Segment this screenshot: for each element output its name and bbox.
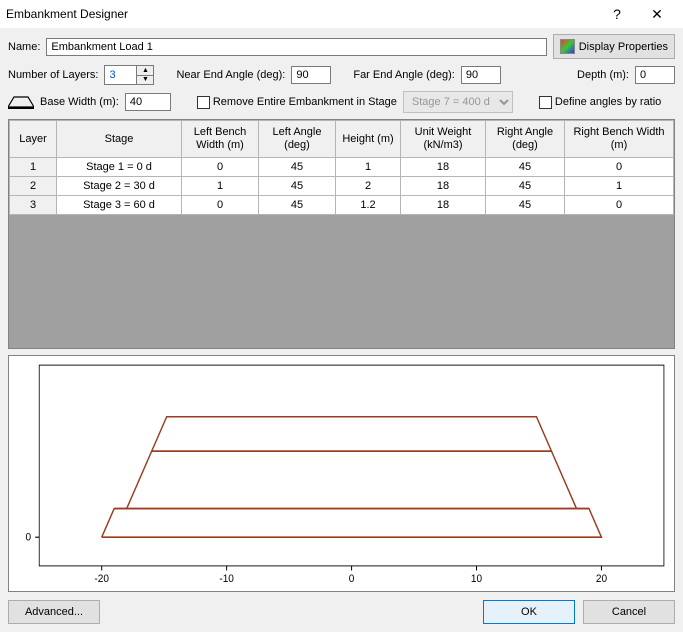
stepper-buttons[interactable]: ▲ ▼ xyxy=(136,65,154,85)
cell-uw[interactable]: 18 xyxy=(401,196,486,215)
cell-uw[interactable]: 18 xyxy=(401,177,486,196)
cell-stage[interactable]: Stage 2 = 30 d xyxy=(57,177,182,196)
col-layer: Layer xyxy=(10,121,57,158)
cell-layer: 2 xyxy=(10,177,57,196)
num-layers-label: Number of Layers: xyxy=(8,69,98,81)
cell-rbw[interactable]: 1 xyxy=(565,177,674,196)
ratio-checkbox[interactable]: Define angles by ratio xyxy=(539,96,661,109)
table-header-row: Layer Stage Left Bench Width (m) Left An… xyxy=(10,121,674,158)
num-layers-input[interactable] xyxy=(104,65,136,85)
ok-button[interactable]: OK xyxy=(483,600,575,624)
cell-ra[interactable]: 45 xyxy=(486,196,565,215)
cell-rbw[interactable]: 0 xyxy=(565,158,674,177)
cell-layer: 3 xyxy=(10,196,57,215)
cell-la[interactable]: 45 xyxy=(259,158,336,177)
remove-stage-checkbox[interactable]: Remove Entire Embankment in Stage xyxy=(197,96,397,109)
depth-input[interactable] xyxy=(635,66,675,84)
preview-chart: -20 -10 0 10 20 0 xyxy=(8,355,675,592)
depth-label: Depth (m): xyxy=(577,69,629,81)
checkbox-icon xyxy=(539,96,552,109)
base-width-label: Base Width (m): xyxy=(40,96,119,108)
base-row: Base Width (m): Remove Entire Embankment… xyxy=(8,91,675,113)
svg-text:0: 0 xyxy=(349,572,355,585)
col-stage: Stage xyxy=(57,121,182,158)
layer-row: Number of Layers: ▲ ▼ Near End Angle (de… xyxy=(8,65,675,85)
checkbox-icon xyxy=(197,96,210,109)
display-properties-label: Display Properties xyxy=(579,41,668,53)
cell-lbw[interactable]: 0 xyxy=(182,196,259,215)
ratio-label: Define angles by ratio xyxy=(555,96,661,108)
col-h: Height (m) xyxy=(336,121,401,158)
col-la: Left Angle (deg) xyxy=(259,121,336,158)
col-rbw: Right Bench Width (m) xyxy=(565,121,674,158)
svg-text:10: 10 xyxy=(471,572,482,585)
base-width-input[interactable] xyxy=(125,93,171,111)
help-button[interactable]: ? xyxy=(597,0,637,28)
cell-layer: 1 xyxy=(10,158,57,177)
col-ra: Right Angle (deg) xyxy=(486,121,565,158)
bottom-bar: Advanced... OK Cancel xyxy=(8,600,675,624)
near-angle-label: Near End Angle (deg): xyxy=(176,69,285,81)
cell-ra[interactable]: 45 xyxy=(486,158,565,177)
cell-ra[interactable]: 45 xyxy=(486,177,565,196)
close-icon: ✕ xyxy=(651,6,663,23)
far-angle-input[interactable] xyxy=(461,66,501,84)
svg-text:20: 20 xyxy=(596,572,607,585)
cell-stage[interactable]: Stage 3 = 60 d xyxy=(57,196,182,215)
near-angle-input[interactable] xyxy=(291,66,331,84)
table-row[interactable]: 3Stage 3 = 60 d0451.218450 xyxy=(10,196,674,215)
layers-table[interactable]: Layer Stage Left Bench Width (m) Left An… xyxy=(9,120,674,215)
remove-stage-select: Stage 7 = 400 d xyxy=(403,91,513,113)
svg-text:-10: -10 xyxy=(219,572,234,585)
chevron-down-icon[interactable]: ▼ xyxy=(137,76,153,85)
name-input[interactable] xyxy=(46,38,546,56)
cell-uw[interactable]: 18 xyxy=(401,158,486,177)
dialog-body: Name: Display Properties Number of Layer… xyxy=(0,28,683,632)
far-angle-label: Far End Angle (deg): xyxy=(353,69,455,81)
palette-icon xyxy=(560,39,575,54)
chevron-up-icon[interactable]: ▲ xyxy=(137,66,153,76)
window-title: Embankment Designer xyxy=(6,7,128,21)
svg-text:-20: -20 xyxy=(94,572,109,585)
col-lbw: Left Bench Width (m) xyxy=(182,121,259,158)
cell-lbw[interactable]: 0 xyxy=(182,158,259,177)
remove-stage-label: Remove Entire Embankment in Stage xyxy=(213,96,397,108)
cell-stage[interactable]: Stage 1 = 0 d xyxy=(57,158,182,177)
cell-la[interactable]: 45 xyxy=(259,177,336,196)
table-row[interactable]: 1Stage 1 = 0 d045118450 xyxy=(10,158,674,177)
cell-rbw[interactable]: 0 xyxy=(565,196,674,215)
cell-la[interactable]: 45 xyxy=(259,196,336,215)
svg-text:0: 0 xyxy=(26,531,32,544)
cell-lbw[interactable]: 1 xyxy=(182,177,259,196)
name-label: Name: xyxy=(8,41,40,53)
cell-h[interactable]: 1.2 xyxy=(336,196,401,215)
display-properties-button[interactable]: Display Properties xyxy=(553,34,675,59)
cell-h[interactable]: 1 xyxy=(336,158,401,177)
col-uw: Unit Weight (kN/m3) xyxy=(401,121,486,158)
cancel-button[interactable]: Cancel xyxy=(583,600,675,624)
close-button[interactable]: ✕ xyxy=(637,0,677,28)
layers-table-container: Layer Stage Left Bench Width (m) Left An… xyxy=(8,119,675,349)
table-row[interactable]: 2Stage 2 = 30 d145218451 xyxy=(10,177,674,196)
cell-h[interactable]: 2 xyxy=(336,177,401,196)
advanced-button[interactable]: Advanced... xyxy=(8,600,100,624)
num-layers-stepper[interactable]: ▲ ▼ xyxy=(104,65,154,85)
embankment-designer-dialog: Embankment Designer ? ✕ Name: Display Pr… xyxy=(0,0,683,632)
trapezoid-icon xyxy=(8,95,34,109)
titlebar: Embankment Designer ? ✕ xyxy=(0,0,683,28)
name-row: Name: Display Properties xyxy=(8,34,675,59)
